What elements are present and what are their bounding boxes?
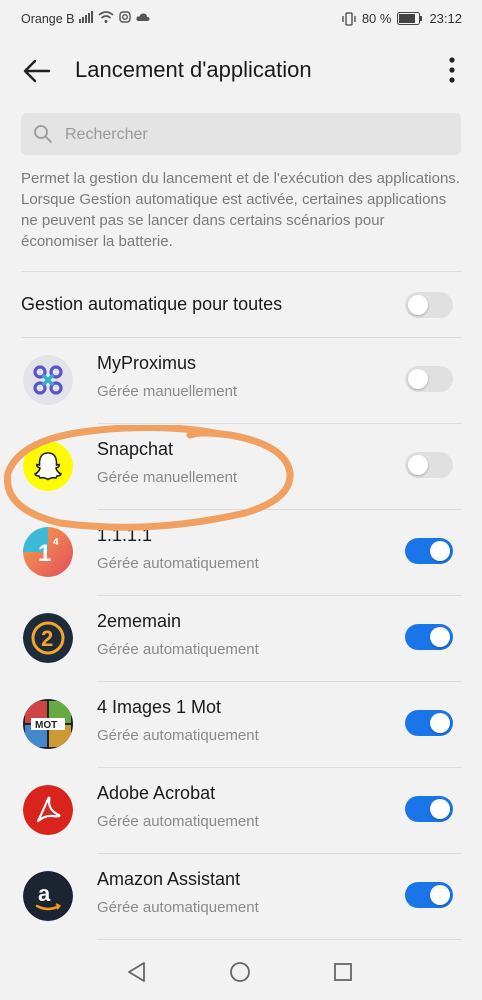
vibrate-icon (342, 11, 356, 26)
app-status: Gérée automatiquement (97, 727, 259, 744)
toggle-knob (430, 885, 450, 905)
toggle-knob (408, 295, 428, 315)
app-row[interactable]: Snapchat Gérée manuellement (0, 424, 482, 510)
divider (21, 271, 461, 272)
svg-text:MOT: MOT (35, 720, 57, 731)
back-arrow-icon[interactable] (22, 56, 52, 86)
app-status: Gérée manuellement (97, 383, 238, 400)
app-launch-toggle[interactable] (405, 366, 453, 392)
app-name: Adobe Acrobat (97, 783, 216, 803)
app-status: Gérée automatiquement (97, 555, 259, 572)
signal-icon (79, 11, 93, 23)
search-input[interactable] (63, 113, 447, 157)
app-name: Amazon Assistant (97, 869, 241, 889)
toggle-knob (408, 369, 428, 389)
svg-text:4: 4 (53, 537, 59, 548)
app-launch-toggle[interactable] (405, 538, 453, 564)
app-launch-toggle[interactable] (405, 452, 453, 478)
app-status: Gérée manuellement (97, 469, 238, 486)
app-row[interactable]: MOT 4 Images 1 Mot Gérée automatiquement (0, 682, 482, 768)
nav-home-icon[interactable] (229, 961, 251, 983)
toggle-knob (430, 799, 450, 819)
snapchat-icon (23, 441, 73, 491)
status-right: 80 % 23:12 (342, 11, 462, 26)
description-text: Permet la gestion du lancement et de l'e… (21, 170, 460, 250)
app-launch-toggle[interactable] (405, 710, 453, 736)
toggle-knob (430, 713, 450, 733)
instagram-icon (119, 11, 131, 23)
status-icons (79, 11, 150, 23)
app-bar: Lancement d'application (0, 40, 482, 102)
app-name: MyProximus (97, 353, 197, 373)
status-bar: Orange B 80 % 23:12 (0, 0, 482, 36)
nav-recents-icon[interactable] (332, 961, 354, 983)
app-row[interactable]: Adobe Acrobat Gérée automatiquement (0, 768, 482, 854)
carrier-name: Orange B (21, 12, 75, 26)
app-launch-toggle[interactable] (405, 624, 453, 650)
search-icon (34, 125, 52, 143)
4-images-1-mot-icon: MOT (23, 699, 73, 749)
adobe-acrobat-icon (23, 785, 73, 835)
svg-text:a: a (38, 881, 51, 906)
myproximus-icon (23, 355, 73, 405)
auto-manage-all-toggle[interactable] (405, 292, 453, 318)
app-row[interactable]: MyProximus Gérée manuellement (0, 338, 482, 424)
nav-back-icon[interactable] (126, 961, 148, 983)
app-launch-toggle[interactable] (405, 882, 453, 908)
app-status: Gérée automatiquement (97, 899, 259, 916)
toggle-knob (430, 627, 450, 647)
app-name: Snapchat (97, 439, 174, 459)
auto-manage-all-label: Gestion automatique pour toutes (21, 294, 283, 314)
app-row[interactable]: 2 2ememain Gérée automatiquement (0, 596, 482, 682)
svg-text:1: 1 (38, 540, 51, 567)
cloud-icon (136, 13, 150, 21)
wifi-icon (98, 11, 114, 23)
one-one-one-one-icon: 14 (23, 527, 73, 577)
navigation-bar (0, 945, 482, 1000)
2ememain-icon: 2 (23, 613, 73, 663)
toggle-knob (430, 541, 450, 561)
app-launch-toggle[interactable] (405, 796, 453, 822)
app-name: 4 Images 1 Mot (97, 697, 222, 717)
clock: 23:12 (429, 11, 462, 26)
battery-percent: 80 % (361, 11, 392, 26)
battery-icon (397, 12, 423, 25)
app-status: Gérée automatiquement (97, 813, 259, 830)
app-name: 2ememain (97, 611, 182, 631)
more-options-icon[interactable] (440, 54, 464, 86)
page-title: Lancement d'application (75, 57, 312, 82)
app-row[interactable]: a Amazon Assistant Gérée automatiquement (0, 854, 482, 940)
svg-text:2: 2 (41, 626, 53, 651)
app-name: 1.1.1.1 (97, 525, 153, 545)
divider (97, 939, 461, 940)
app-row[interactable]: 1 4 1.1.1.1 Gérée automatiquement (0, 510, 482, 596)
amazon-assistant-icon: a (23, 871, 73, 921)
toggle-knob (408, 455, 428, 475)
search-box[interactable] (21, 113, 461, 157)
app-status: Gérée automatiquement (97, 641, 259, 658)
